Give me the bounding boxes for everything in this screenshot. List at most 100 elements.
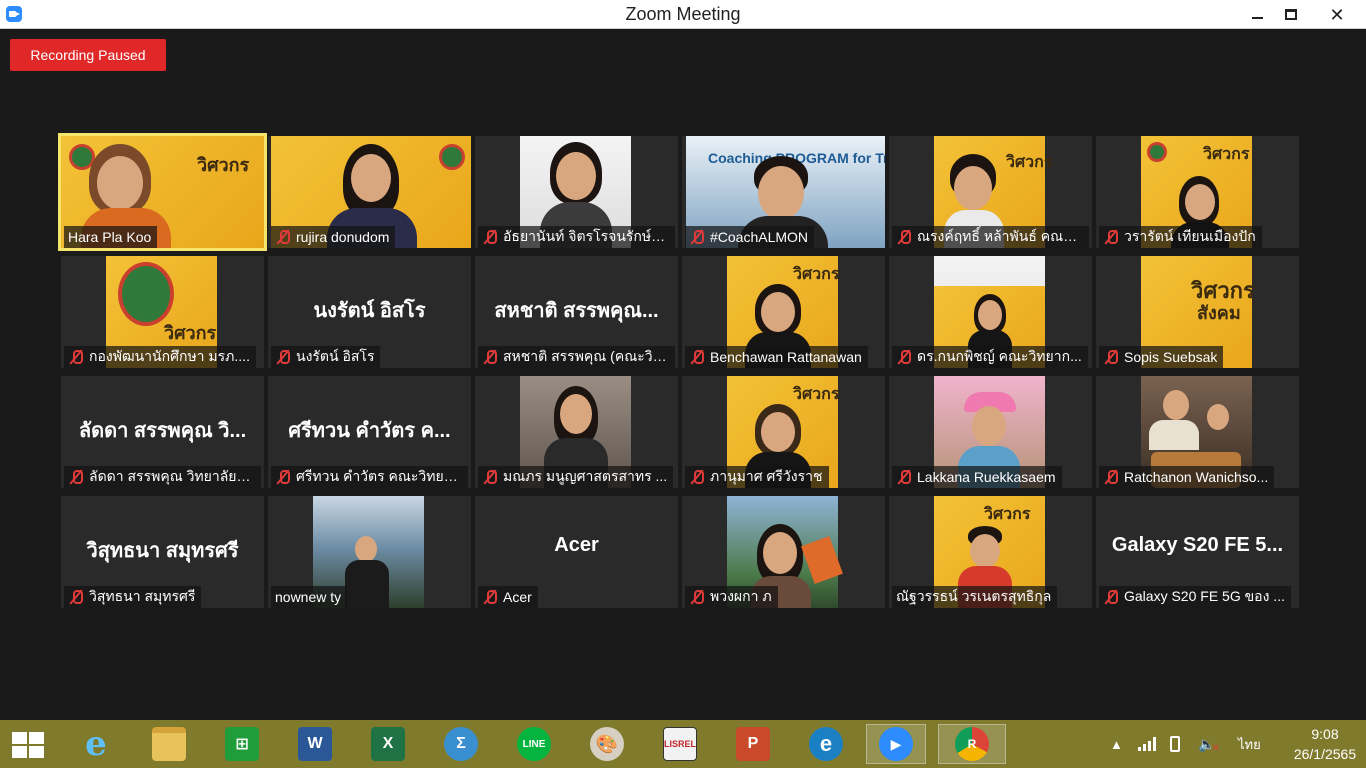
participant-name-label: ลัดดา สรรพคุณ วิทยาลัยก...	[64, 466, 261, 488]
participant-tile[interactable]: อัธยานันท์ จิตรโรจนรักษ์ ค...	[475, 136, 678, 248]
taskbar-store[interactable]: ⊞	[212, 724, 272, 764]
participant-tile[interactable]: วิศวกร วรารัตน์ เทียนเมืองปัก	[1096, 136, 1299, 248]
mic-muted-icon	[482, 469, 498, 485]
mic-muted-icon	[896, 349, 912, 365]
zoom-icon: ▶	[879, 727, 913, 761]
signal-icon[interactable]	[1138, 720, 1156, 768]
taskbar-lisrel[interactable]: LISREL	[650, 724, 710, 764]
taskbar-internet-explorer[interactable]: e	[66, 724, 126, 764]
taskbar: e ⊞ W X Σ LINE 🎨 LISREL P e ▶ R ▲ 🔈 ✕ ไท…	[0, 720, 1366, 768]
face-shape	[351, 154, 391, 202]
poster-title: วิศวกร	[1006, 154, 1053, 171]
battery-icon[interactable]	[1170, 720, 1180, 768]
participant-tile[interactable]: สหชาติ สรรพคุณ... สหชาติ สรรพคุณ (คณะวิท…	[475, 256, 678, 368]
mic-muted-icon	[482, 589, 498, 605]
taskbar-zoom[interactable]: ▶	[866, 724, 926, 764]
show-hidden-icons-button[interactable]: ▲	[1110, 720, 1123, 768]
participant-name-label: Hara Pla Koo	[64, 226, 158, 248]
participant-tile[interactable]: ลัดดา สรรพคุณ วิ... ลัดดา สรรพคุณ วิทยาล…	[61, 376, 264, 488]
participant-tile[interactable]: วิศวกร สังคม Sopis Suebsak	[1096, 256, 1299, 368]
face-shape	[1185, 184, 1215, 220]
participant-tile[interactable]: Acer Acer	[475, 496, 678, 608]
face-shape	[556, 152, 596, 200]
mic-muted-icon	[68, 589, 84, 605]
taskbar-line[interactable]: LINE	[504, 724, 564, 764]
face-shape	[1207, 404, 1229, 430]
face-shape	[954, 166, 992, 210]
participant-name-label: วิสุทธนา สมุทรศรี	[64, 586, 202, 608]
university-logo-icon	[439, 144, 465, 170]
university-logo-icon	[118, 262, 174, 326]
participant-tile[interactable]: Coaching PROGRAM for Trainer #CoachALMON	[682, 136, 885, 248]
recording-paused-badge[interactable]: Recording Paused	[10, 39, 166, 71]
participant-tile[interactable]: nownew ty	[268, 496, 471, 608]
powerpoint-icon: P	[736, 727, 770, 761]
participant-tile[interactable]: ดร.กนกพิชญ์ คณะวิทยาก...	[889, 256, 1092, 368]
mic-muted-icon	[689, 589, 705, 605]
internet-explorer-icon: e	[85, 724, 107, 764]
participant-name-label: Galaxy S20 FE 5G ของ ...	[1099, 586, 1291, 608]
participant-tile[interactable]: วิศวกร Hara Pla Koo	[58, 133, 267, 251]
poster-title: วิศวกร	[793, 266, 840, 283]
taskbar-chrome[interactable]: R	[938, 724, 1006, 764]
participant-tile[interactable]: rujira donudom	[268, 136, 471, 248]
participant-tile[interactable]: วิศวกร ณรงค์ฤทธิ์ หล้าพันธ์ คณะว...	[889, 136, 1092, 248]
volume-muted-icon[interactable]: 🔈 ✕	[1198, 720, 1220, 768]
mic-muted-icon	[896, 469, 912, 485]
mic-muted-icon	[1103, 349, 1119, 365]
participant-tile[interactable]: วิศวกร Benchawan Rattanawan	[682, 256, 885, 368]
math-input-icon: Σ	[444, 727, 478, 761]
face-shape	[97, 156, 143, 210]
taskbar-math-input[interactable]: Σ	[431, 724, 491, 764]
participant-name-label: Lakkana Ruekkasaem	[892, 466, 1062, 488]
taskbar-paint[interactable]: 🎨	[577, 724, 637, 764]
edge-icon: e	[809, 727, 843, 761]
face-shape	[761, 412, 795, 452]
participant-tile[interactable]: วิศวกร ณัฐวรรธน์ วรเนตรสุทธิกุล	[889, 496, 1092, 608]
poster-title: วิศวกร	[197, 155, 250, 175]
lisrel-icon: LISREL	[663, 727, 697, 761]
word-icon: W	[298, 727, 332, 761]
taskbar-excel[interactable]: X	[358, 724, 418, 764]
participant-tile[interactable]: มณภร มนูญศาสตรสาทร ...	[475, 376, 678, 488]
mic-muted-icon	[1103, 469, 1119, 485]
participant-tile[interactable]: ศรีทวน คำวัตร ค... ศรีทวน คำวัตร คณะวิทย…	[268, 376, 471, 488]
maximize-button[interactable]	[1272, 0, 1310, 29]
participant-tile[interactable]: วิศวกร ภานุมาศ ศรีวังราช	[682, 376, 885, 488]
excel-icon: X	[371, 727, 405, 761]
participant-tile[interactable]: พวงผกา ภ	[682, 496, 885, 608]
face-shape	[355, 536, 377, 562]
participant-name-label: Sopis Suebsak	[1099, 346, 1224, 368]
participant-tile[interactable]: Ratchanon Wanichso...	[1096, 376, 1299, 488]
paint-icon: 🎨	[590, 727, 624, 761]
participant-tile[interactable]: วิศวกร กองพัฒนานักศึกษา มรภ....	[61, 256, 264, 368]
face-shape	[758, 166, 804, 220]
poster-title: วิศวกร	[1191, 278, 1255, 303]
participant-name-label: ดร.กนกพิชญ์ คณะวิทยาก...	[892, 346, 1088, 368]
close-button[interactable]: ✕	[1318, 0, 1356, 29]
title-bar: Zoom Meeting ✕	[0, 0, 1366, 29]
participant-name-label: อัธยานันท์ จิตรโรจนรักษ์ ค...	[478, 226, 675, 248]
taskbar-word[interactable]: W	[285, 724, 345, 764]
mic-muted-icon	[896, 229, 912, 245]
mic-muted-icon	[275, 469, 291, 485]
participant-tile[interactable]: นงรัตน์ อิสโร นงรัตน์ อิสโร	[268, 256, 471, 368]
participant-name-label: วรารัตน์ เทียนเมืองปัก	[1099, 226, 1262, 248]
clothing-shape	[345, 560, 389, 608]
taskbar-powerpoint[interactable]: P	[723, 724, 783, 764]
mic-muted-icon	[275, 229, 291, 245]
face-shape	[763, 532, 797, 574]
taskbar-file-explorer[interactable]	[139, 724, 199, 764]
face-shape	[1163, 390, 1189, 420]
participant-tile[interactable]: วิสุทธนา สมุทรศรี วิสุทธนา สมุทรศรี	[61, 496, 264, 608]
taskbar-edge[interactable]: e	[796, 724, 856, 764]
mic-muted-icon	[1103, 589, 1119, 605]
close-icon: ✕	[1329, 4, 1345, 25]
start-button[interactable]	[12, 732, 46, 758]
input-language-indicator[interactable]: ไทย	[1238, 720, 1261, 768]
system-clock[interactable]: 9:08 26/1/2565	[1290, 724, 1360, 764]
participant-name-label: ณรงค์ฤทธิ์ หล้าพันธ์ คณะว...	[892, 226, 1089, 248]
minimize-button[interactable]	[1238, 0, 1276, 29]
participant-tile[interactable]: Lakkana Ruekkasaem	[889, 376, 1092, 488]
participant-tile[interactable]: Galaxy S20 FE 5... Galaxy S20 FE 5G ของ …	[1096, 496, 1299, 608]
